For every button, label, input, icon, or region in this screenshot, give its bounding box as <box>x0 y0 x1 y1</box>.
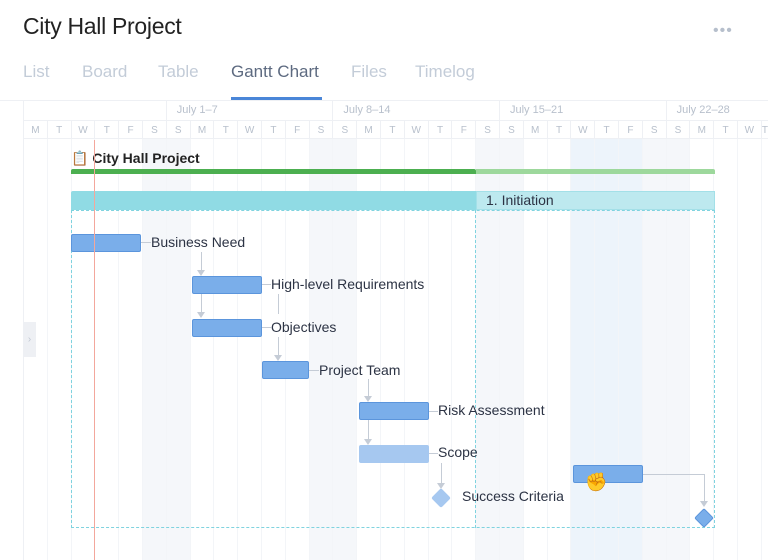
connector <box>704 474 705 502</box>
day-header: M <box>356 120 380 139</box>
day-header: W <box>237 120 261 139</box>
grab-hand-cursor-icon: ✊ <box>585 472 607 493</box>
page-title: City Hall Project <box>23 13 182 40</box>
expand-panel-handle[interactable]: › <box>23 322 36 357</box>
day-header: T <box>547 120 571 139</box>
day-header: S <box>666 120 690 139</box>
arrow-icon <box>700 501 708 507</box>
task-bar-scope-ghost[interactable] <box>359 445 429 463</box>
day-header: W <box>737 120 761 139</box>
day-header: T <box>380 120 404 139</box>
task-bar-risk-assessment[interactable] <box>359 402 429 420</box>
day-header: S <box>642 120 666 139</box>
day-header: W <box>570 120 594 139</box>
project-bar-remaining[interactable] <box>476 169 715 174</box>
clipboard-icon: 📋 <box>71 150 88 166</box>
view-tabs: List Board Table Gantt Chart Files Timel… <box>0 62 768 100</box>
task-label: Business Need <box>151 234 245 250</box>
day-header: T <box>213 120 237 139</box>
task-label: Success Criteria <box>462 488 564 504</box>
connector <box>262 327 271 328</box>
task-label: Risk Assessment <box>438 402 545 418</box>
day-header: F <box>618 120 642 139</box>
day-header: T <box>761 120 768 139</box>
week-header: July 22–28 <box>666 101 768 120</box>
connector <box>278 337 279 355</box>
project-bar-progress[interactable] <box>71 169 476 174</box>
tab-files[interactable]: Files <box>351 62 387 82</box>
connector <box>141 242 151 243</box>
day-header: M <box>523 120 547 139</box>
tab-gantt-chart[interactable]: Gantt Chart <box>231 62 319 82</box>
day-header: W <box>71 120 95 139</box>
day-header: S <box>499 120 523 139</box>
task-bar-business-need[interactable] <box>71 234 141 252</box>
task-bar-project-team[interactable] <box>262 361 309 379</box>
connector <box>262 284 271 285</box>
tab-timelog[interactable]: Timelog <box>415 62 475 82</box>
day-header: S <box>166 120 190 139</box>
day-header: T <box>428 120 452 139</box>
connector <box>201 294 202 312</box>
phase-split <box>475 210 476 528</box>
week-header: July 15–21 <box>499 101 666 120</box>
week-header: July 8–14 <box>332 101 499 120</box>
day-header: M <box>689 120 713 139</box>
tab-list[interactable]: List <box>23 62 49 82</box>
more-horizontal-icon[interactable]: ••• <box>713 26 733 36</box>
arrow-icon <box>197 312 205 318</box>
day-column <box>737 139 761 560</box>
task-label: High-level Requirements <box>271 276 424 292</box>
connector <box>441 463 442 485</box>
day-header: M <box>190 120 214 139</box>
connector <box>278 294 279 314</box>
tab-board[interactable]: Board <box>82 62 127 82</box>
day-header: F <box>285 120 309 139</box>
day-header: T <box>261 120 285 139</box>
task-bar-high-level-requirements[interactable] <box>192 276 262 294</box>
task-label: Project Team <box>319 362 400 378</box>
connector <box>429 453 438 454</box>
day-header: T <box>713 120 737 139</box>
day-column <box>713 139 737 560</box>
task-label: Scope <box>438 444 478 460</box>
day-header: S <box>475 120 499 139</box>
day-header: W <box>404 120 428 139</box>
today-line <box>94 140 95 560</box>
day-header: S <box>142 120 166 139</box>
day-header: T <box>94 120 118 139</box>
connector <box>643 474 705 475</box>
connector <box>429 411 438 412</box>
day-column <box>761 139 768 560</box>
connector <box>309 370 319 371</box>
task-bar-scope-dragging[interactable] <box>573 465 643 483</box>
connector <box>201 252 202 270</box>
day-header: S <box>309 120 333 139</box>
day-header: S <box>332 120 356 139</box>
day-header: M <box>23 120 47 139</box>
project-row[interactable]: 📋 City Hall Project <box>71 150 200 167</box>
connector <box>368 379 369 396</box>
project-name: City Hall Project <box>92 150 199 166</box>
connector <box>368 420 369 439</box>
day-header: F <box>451 120 475 139</box>
day-column <box>47 139 71 560</box>
day-header: T <box>47 120 71 139</box>
week-header: July 1–7 <box>166 101 333 120</box>
task-label: Objectives <box>271 319 336 335</box>
phase-bar-progress[interactable] <box>71 191 476 210</box>
day-header: T <box>594 120 618 139</box>
phase-label: 1. Initiation <box>486 192 554 208</box>
tab-table[interactable]: Table <box>158 62 199 82</box>
day-header: F <box>118 120 142 139</box>
task-bar-objectives[interactable] <box>192 319 262 337</box>
